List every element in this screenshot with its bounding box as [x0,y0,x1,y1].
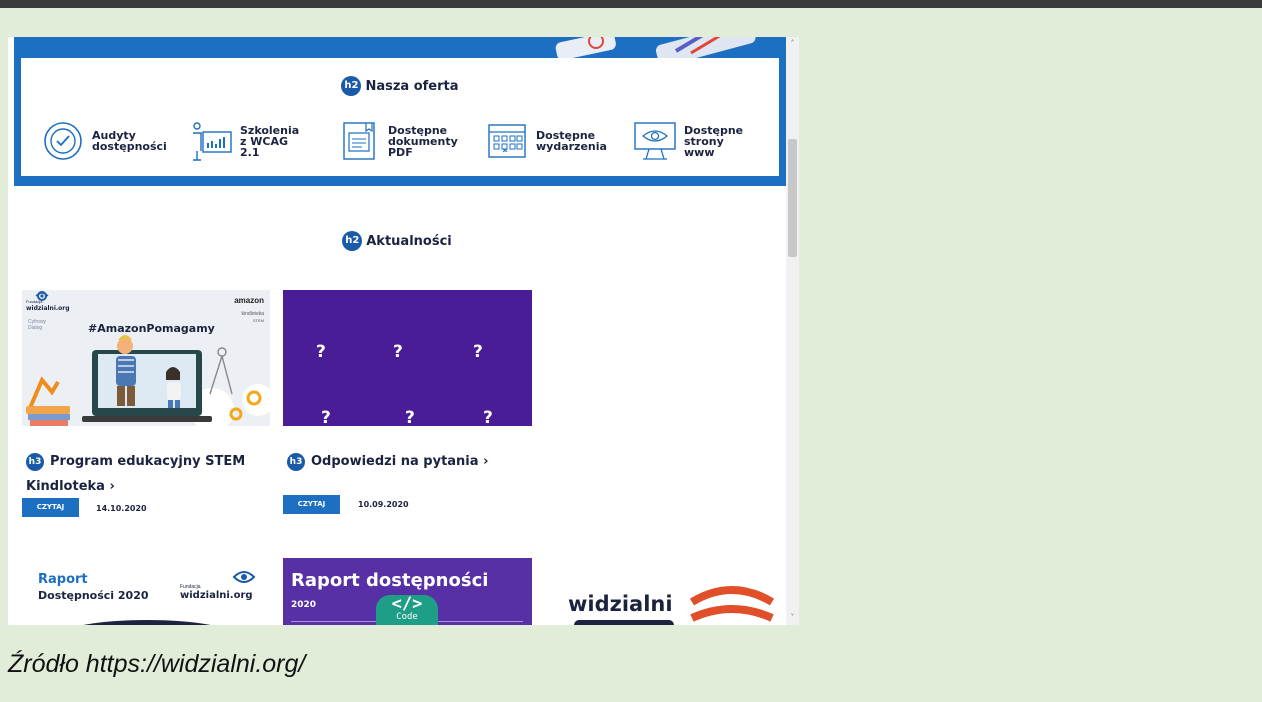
chevron-right-icon: › [109,479,115,494]
scroll-thumb[interactable] [788,139,797,257]
chevron-right-icon: › [483,454,489,469]
report-card-3[interactable]: widzialni [548,558,786,625]
scroll-down-icon[interactable]: ˅ [786,611,799,625]
offer-heading-label: Nasza oferta [365,78,459,94]
monitor-eye-icon [631,118,679,164]
presentation-board-icon [187,118,235,164]
offer-item-trainings[interactable]: Szkolenia z WCAG 2.1 [187,118,299,164]
page-viewport: h2 Nasza oferta Audyty dostępności Szkole… [8,37,786,625]
report-year: 2020 [291,600,317,610]
document-icon [335,118,383,164]
img-hashtag: #AmazonPomagamy [88,322,215,335]
report-dark-arc [62,620,232,625]
vertical-scrollbar[interactable]: ˄ ˅ [786,37,799,625]
news-heading: h2 Aktualności [8,231,786,251]
h2-badge: h2 [341,76,362,96]
img-brand-sub: kindloteka [241,311,264,317]
offer-section: h2 Nasza oferta Audyty dostępności Szkole… [14,58,786,176]
read-button[interactable]: CZYTAJ [283,495,340,514]
top-border [0,0,1262,8]
question-mark: ? [405,408,415,426]
offer-item-label: Dostępne wydarzenia [536,129,607,153]
question-mark: ? [393,342,403,362]
brand-logo-icon [689,586,775,622]
calendar-icon [483,118,531,164]
offer-bottom-border [14,176,786,186]
h3-badge: h3 [26,452,44,471]
hero-banner-strip [14,37,786,58]
org-logo: widzialni.org [180,590,253,601]
report-title-line2: Dostępności 2020 [38,589,149,602]
question-mark: ? [483,408,493,426]
read-button[interactable]: CZYTAJ [22,498,79,517]
img-brand-sub2: STEM [252,318,264,323]
question-mark: ? [473,342,483,362]
report-title: Raport dostępności [291,570,489,591]
eye-logo-icon [232,571,256,583]
news-heading-label: Aktualności [366,233,452,249]
code-view-button[interactable]: </> Code [376,595,438,625]
brand-bottom-text-clipped [574,620,674,625]
hero-illustration-icon [555,37,756,58]
scroll-up-icon[interactable]: ˄ [786,37,799,51]
card-title-text: Program edukacyjny STEM Kindloteka [26,454,246,494]
news-card-title-stem[interactable]: h3 Program edukacyjny STEM Kindloteka › [26,449,274,499]
card-date: 14.10.2020 [96,504,147,513]
offer-heading: h2 Nasza oferta [21,76,779,96]
news-card-image-questions[interactable]: ? ? ? ? ? ? [283,290,532,426]
offer-item-label: Audyty dostępności [92,129,167,153]
offer-item-label: Dostępne strony www [684,123,744,159]
img-logo: widzialni.org [26,305,70,312]
report-title-line1: Raport [38,572,88,587]
img-logo2-bottom: Dialog [28,325,43,331]
h2-badge: h2 [342,231,363,251]
offer-item-pdf[interactable]: Dostępne dokumenty PDF [335,118,458,164]
card-title-text: Odpowiedzi na pytania [311,454,479,469]
code-label: Code [396,612,418,622]
offer-item-audits[interactable]: Audyty dostępności [39,118,167,164]
img-logo-small: Fundacja [26,299,43,304]
h3-badge: h3 [287,452,305,471]
question-mark: ? [321,408,331,426]
img-brand: amazon [234,296,264,305]
report-card-1[interactable]: Raport Dostępności 2020 Fundacja widzial… [22,558,270,625]
offer-item-label: Dostępne dokumenty PDF [388,123,458,159]
checkmark-circle-icon [39,118,87,164]
question-mark: ? [316,342,326,362]
browser-screenshot: h2 Nasza oferta Audyty dostępności Szkole… [8,37,799,625]
source-caption: Źródło https://widzialni.org/ [8,650,306,678]
code-icon: </> [391,594,423,614]
offer-item-events[interactable]: Dostępne wydarzenia [483,118,607,164]
news-card-image-stem[interactable]: Fundacja widzialni.org Cyfrowy Dialog am… [22,290,270,426]
offer-item-websites[interactable]: Dostępne strony www [631,118,743,164]
card-date: 10.09.2020 [358,500,409,509]
offer-items: Audyty dostępności Szkolenia z WCAG 2.1 … [39,118,779,164]
brand-text: widzialni [568,592,673,616]
offer-item-label: Szkolenia z WCAG 2.1 [240,123,300,159]
news-card-title-questions[interactable]: h3 Odpowiedzi na pytania › [287,449,537,474]
